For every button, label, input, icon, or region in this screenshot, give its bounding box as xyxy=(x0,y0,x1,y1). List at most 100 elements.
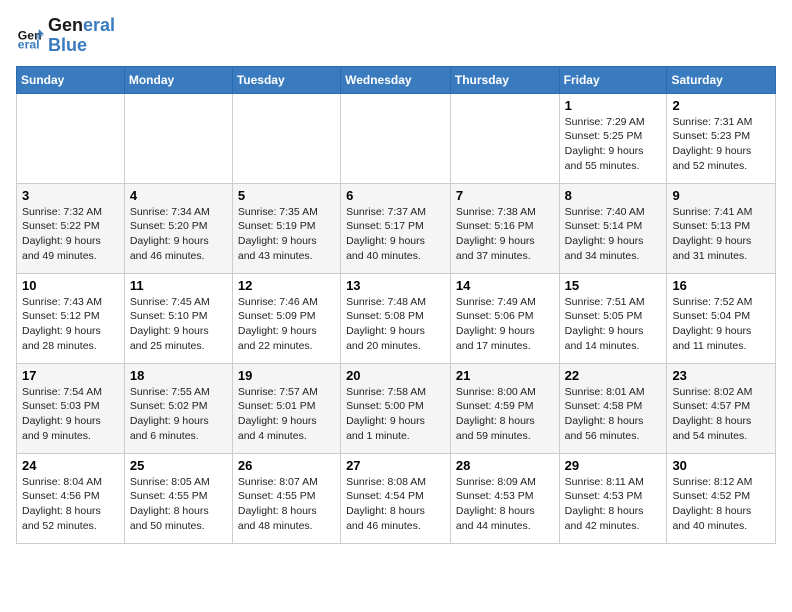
calendar-week-3: 10 Sunrise: 7:43 AMSunset: 5:12 PMDayligh… xyxy=(17,273,776,363)
day-info: Sunrise: 7:43 AMSunset: 5:12 PMDaylight:… xyxy=(22,295,119,354)
calendar-cell: 1 Sunrise: 7:29 AMSunset: 5:25 PMDaylight… xyxy=(559,93,667,183)
day-info: Sunrise: 7:54 AMSunset: 5:03 PMDaylight:… xyxy=(22,385,119,444)
day-info: Sunrise: 7:52 AMSunset: 5:04 PMDaylight:… xyxy=(672,295,770,354)
calendar-week-4: 17 Sunrise: 7:54 AMSunset: 5:03 PMDayligh… xyxy=(17,363,776,453)
day-number: 30 xyxy=(672,458,770,473)
day-number: 24 xyxy=(22,458,119,473)
day-number: 17 xyxy=(22,368,119,383)
calendar-cell: 12Sunrise: 7:46 AMSunset: 5:09 PMDayligh… xyxy=(232,273,340,363)
day-info: Sunrise: 7:35 AMSunset: 5:19 PMDaylight:… xyxy=(238,205,335,264)
weekday-header-friday: Friday xyxy=(559,66,667,93)
calendar-cell xyxy=(341,93,451,183)
calendar-cell: 14 Sunrise: 7:49 AMSunset: 5:06 PMDayligh… xyxy=(450,273,559,363)
day-info: Sunrise: 7:58 AMSunset: 5:00 PMDaylight:… xyxy=(346,385,445,444)
day-info: Sunrise: 8:12 AMSunset: 4:52 PMDaylight:… xyxy=(672,475,770,534)
day-number: 13 xyxy=(346,278,445,293)
calendar-cell xyxy=(124,93,232,183)
calendar-cell: 20 Sunrise: 7:58 AMSunset: 5:00 PMDayligh… xyxy=(341,363,451,453)
calendar-cell: 16 Sunrise: 7:52 AMSunset: 5:04 PMDayligh… xyxy=(667,273,776,363)
day-info: Sunrise: 7:46 AMSunset: 5:09 PMDaylight:… xyxy=(238,295,335,354)
calendar-cell: 24 Sunrise: 8:04 AMSunset: 4:56 PMDayligh… xyxy=(17,453,125,543)
day-info: Sunrise: 7:34 AMSunset: 5:20 PMDaylight:… xyxy=(130,205,227,264)
day-info: Sunrise: 8:11 AMSunset: 4:53 PMDaylight:… xyxy=(565,475,662,534)
calendar-table: SundayMondayTuesdayWednesdayThursdayFrid… xyxy=(16,66,776,544)
day-number: 22 xyxy=(565,368,662,383)
weekday-header-monday: Monday xyxy=(124,66,232,93)
day-number: 10 xyxy=(22,278,119,293)
weekday-header-tuesday: Tuesday xyxy=(232,66,340,93)
calendar-cell xyxy=(450,93,559,183)
calendar-header: SundayMondayTuesdayWednesdayThursdayFrid… xyxy=(17,66,776,93)
calendar-week-1: 1 Sunrise: 7:29 AMSunset: 5:25 PMDaylight… xyxy=(17,93,776,183)
day-number: 5 xyxy=(238,188,335,203)
calendar-cell: 29 Sunrise: 8:11 AMSunset: 4:53 PMDayligh… xyxy=(559,453,667,543)
day-info: Sunrise: 7:55 AMSunset: 5:02 PMDaylight:… xyxy=(130,385,227,444)
day-number: 29 xyxy=(565,458,662,473)
calendar-cell xyxy=(17,93,125,183)
calendar-cell: 7 Sunrise: 7:38 AMSunset: 5:16 PMDaylight… xyxy=(450,183,559,273)
day-info: Sunrise: 7:49 AMSunset: 5:06 PMDaylight:… xyxy=(456,295,554,354)
calendar-cell: 18 Sunrise: 7:55 AMSunset: 5:02 PMDayligh… xyxy=(124,363,232,453)
calendar-cell: 8 Sunrise: 7:40 AMSunset: 5:14 PMDaylight… xyxy=(559,183,667,273)
calendar-cell: 22Sunrise: 8:01 AMSunset: 4:58 PMDayligh… xyxy=(559,363,667,453)
day-number: 27 xyxy=(346,458,445,473)
day-info: Sunrise: 7:41 AMSunset: 5:13 PMDaylight:… xyxy=(672,205,770,264)
calendar-cell: 4 Sunrise: 7:34 AMSunset: 5:20 PMDaylight… xyxy=(124,183,232,273)
calendar-cell: 13 Sunrise: 7:48 AMSunset: 5:08 PMDayligh… xyxy=(341,273,451,363)
svg-text:eral: eral xyxy=(18,37,40,50)
day-info: Sunrise: 7:37 AMSunset: 5:17 PMDaylight:… xyxy=(346,205,445,264)
day-info: Sunrise: 8:09 AMSunset: 4:53 PMDaylight:… xyxy=(456,475,554,534)
day-info: Sunrise: 7:31 AMSunset: 5:23 PMDaylight:… xyxy=(672,115,770,174)
day-info: Sunrise: 8:04 AMSunset: 4:56 PMDaylight:… xyxy=(22,475,119,534)
day-number: 4 xyxy=(130,188,227,203)
calendar-cell: 17 Sunrise: 7:54 AMSunset: 5:03 PMDayligh… xyxy=(17,363,125,453)
calendar-cell: 9Sunrise: 7:41 AMSunset: 5:13 PMDaylight… xyxy=(667,183,776,273)
day-number: 15 xyxy=(565,278,662,293)
calendar-cell: 5 Sunrise: 7:35 AMSunset: 5:19 PMDaylight… xyxy=(232,183,340,273)
weekday-header-saturday: Saturday xyxy=(667,66,776,93)
day-info: Sunrise: 8:00 AMSunset: 4:59 PMDaylight:… xyxy=(456,385,554,444)
day-info: Sunrise: 7:40 AMSunset: 5:14 PMDaylight:… xyxy=(565,205,662,264)
logo-icon: Gen eral xyxy=(16,22,44,50)
calendar-cell: 27 Sunrise: 8:08 AMSunset: 4:54 PMDayligh… xyxy=(341,453,451,543)
page-header: Gen eral General Blue xyxy=(16,16,776,56)
day-number: 14 xyxy=(456,278,554,293)
day-info: Sunrise: 7:51 AMSunset: 5:05 PMDaylight:… xyxy=(565,295,662,354)
calendar-week-5: 24 Sunrise: 8:04 AMSunset: 4:56 PMDayligh… xyxy=(17,453,776,543)
day-number: 23 xyxy=(672,368,770,383)
calendar-cell: 21 Sunrise: 8:00 AMSunset: 4:59 PMDayligh… xyxy=(450,363,559,453)
day-number: 18 xyxy=(130,368,227,383)
weekday-header-wednesday: Wednesday xyxy=(341,66,451,93)
day-info: Sunrise: 7:29 AMSunset: 5:25 PMDaylight:… xyxy=(565,115,662,174)
day-number: 20 xyxy=(346,368,445,383)
day-info: Sunrise: 7:48 AMSunset: 5:08 PMDaylight:… xyxy=(346,295,445,354)
calendar-cell xyxy=(232,93,340,183)
day-number: 11 xyxy=(130,278,227,293)
calendar-cell: 3 Sunrise: 7:32 AMSunset: 5:22 PMDaylight… xyxy=(17,183,125,273)
day-info: Sunrise: 8:02 AMSunset: 4:57 PMDaylight:… xyxy=(672,385,770,444)
day-number: 21 xyxy=(456,368,554,383)
day-info: Sunrise: 7:32 AMSunset: 5:22 PMDaylight:… xyxy=(22,205,119,264)
day-info: Sunrise: 8:07 AMSunset: 4:55 PMDaylight:… xyxy=(238,475,335,534)
calendar-cell: 30 Sunrise: 8:12 AMSunset: 4:52 PMDayligh… xyxy=(667,453,776,543)
weekday-header-thursday: Thursday xyxy=(450,66,559,93)
logo-text-line1: General xyxy=(48,16,115,36)
day-number: 1 xyxy=(565,98,662,113)
calendar-cell: 25Sunrise: 8:05 AMSunset: 4:55 PMDayligh… xyxy=(124,453,232,543)
calendar-week-2: 3 Sunrise: 7:32 AMSunset: 5:22 PMDaylight… xyxy=(17,183,776,273)
calendar-cell: 26 Sunrise: 8:07 AMSunset: 4:55 PMDayligh… xyxy=(232,453,340,543)
weekday-header-sunday: Sunday xyxy=(17,66,125,93)
day-info: Sunrise: 7:38 AMSunset: 5:16 PMDaylight:… xyxy=(456,205,554,264)
day-info: Sunrise: 8:08 AMSunset: 4:54 PMDaylight:… xyxy=(346,475,445,534)
calendar-cell: 15 Sunrise: 7:51 AMSunset: 5:05 PMDayligh… xyxy=(559,273,667,363)
day-number: 2 xyxy=(672,98,770,113)
day-number: 7 xyxy=(456,188,554,203)
day-number: 26 xyxy=(238,458,335,473)
day-number: 3 xyxy=(22,188,119,203)
day-number: 8 xyxy=(565,188,662,203)
day-info: Sunrise: 7:45 AMSunset: 5:10 PMDaylight:… xyxy=(130,295,227,354)
logo-text-line2: Blue xyxy=(48,36,115,56)
day-number: 16 xyxy=(672,278,770,293)
calendar-cell: 2 Sunrise: 7:31 AMSunset: 5:23 PMDaylight… xyxy=(667,93,776,183)
day-number: 6 xyxy=(346,188,445,203)
